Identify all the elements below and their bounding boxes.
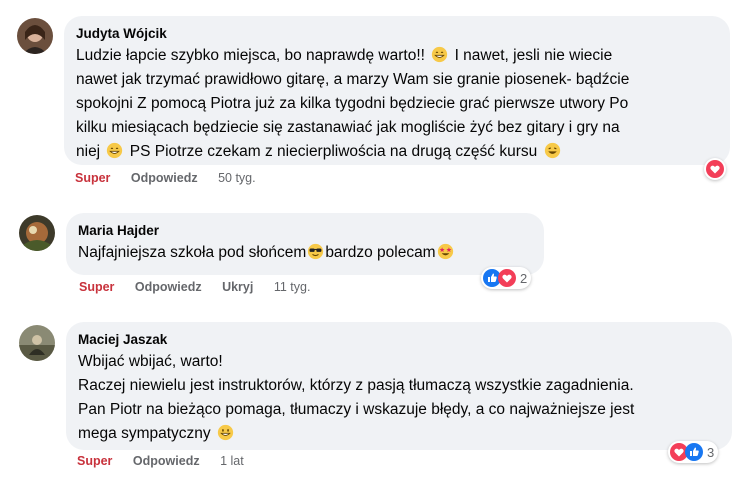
grinning-emoji-icon (107, 142, 123, 159)
comment-bubble: Maciej Jaszak Wbijać wbijać, warto! Racz… (66, 322, 732, 450)
star-struck-emoji-icon (437, 243, 453, 260)
super-button[interactable]: Super (79, 280, 114, 294)
comment-actions: Super Odpowiedz 1 lat (77, 454, 261, 468)
comment-actions: Super Odpowiedz 50 tyg. (75, 171, 273, 185)
avatar[interactable] (19, 325, 55, 361)
reply-button[interactable]: Odpowiedz (133, 454, 200, 468)
timestamp[interactable]: 11 tyg. (274, 280, 311, 294)
comment-author[interactable]: Maria Hajder (78, 222, 532, 239)
laughing-emoji-icon (544, 142, 560, 159)
grinning-emoji-icon (432, 46, 448, 63)
comment-actions: Super Odpowiedz Ukryj 11 tyg. (79, 280, 327, 294)
timestamp[interactable]: 50 tyg. (218, 171, 256, 185)
love-icon (498, 269, 516, 287)
sunglasses-emoji-icon (308, 243, 324, 260)
reply-button[interactable]: Odpowiedz (135, 280, 202, 294)
reply-button[interactable]: Odpowiedz (131, 171, 198, 185)
comment-bubble: Judyta Wójcik Ludzie łapcie szybko miejs… (64, 16, 730, 165)
avatar[interactable] (17, 18, 53, 54)
grinning-emoji-icon (217, 424, 234, 441)
comment-text: Ludzie łapcie szybko miejsca, bo naprawd… (76, 46, 630, 160)
avatar[interactable] (19, 215, 55, 251)
timestamp[interactable]: 1 lat (220, 454, 244, 468)
love-icon (706, 160, 724, 178)
comment-bubble: Maria Hajder Najfajniejsza szkoła pod sł… (66, 213, 544, 275)
reactions-summary[interactable]: 3 (668, 441, 719, 463)
super-button[interactable]: Super (77, 454, 112, 468)
hide-button[interactable]: Ukryj (222, 280, 253, 294)
comment-author[interactable]: Judyta Wójcik (76, 25, 718, 42)
reaction-count[interactable]: 3 (707, 445, 714, 460)
reaction-count[interactable]: 2 (520, 271, 527, 286)
super-button[interactable]: Super (75, 171, 110, 185)
comment-text: Wbijać wbijać, warto! Raczej niewielu je… (78, 353, 635, 442)
like-icon (685, 443, 703, 461)
reactions-summary[interactable]: 2 (481, 267, 532, 289)
comment-author[interactable]: Maciej Jaszak (78, 331, 720, 348)
reactions-summary[interactable] (704, 158, 726, 180)
comment-text: Najfajniejsza szkoła pod słońcem bardzo p… (78, 241, 532, 265)
